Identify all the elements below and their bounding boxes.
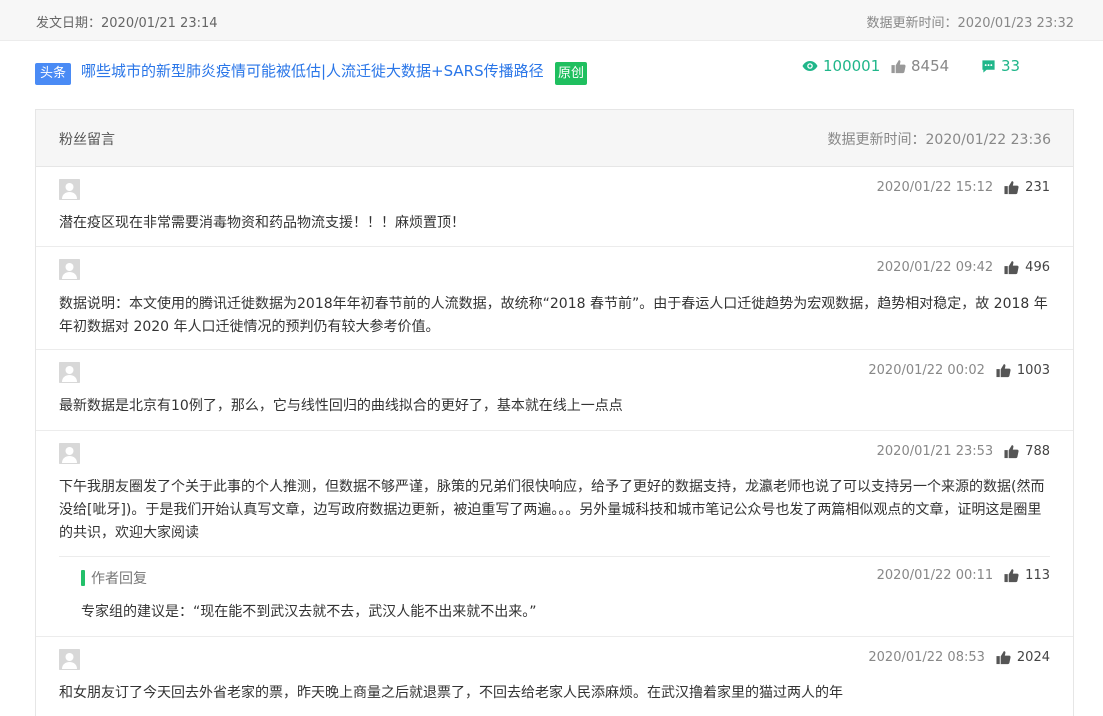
author-reply-label: 作者回复 [81,568,147,588]
comment-meta: 2020/01/22 09:42 496 [877,260,1050,275]
comment-time: 2020/01/21 23:53 [876,444,994,459]
avatar [59,179,80,200]
original-tag: 原创 [555,62,588,85]
headline-tag: 头条 [35,63,71,85]
avatar [59,649,80,670]
eye-icon [802,61,818,71]
thumbs-up-icon[interactable] [996,363,1011,378]
avatar [59,362,80,383]
reply-divider [59,556,1050,557]
thumbs-up-icon[interactable] [1004,180,1019,195]
comment-text: 和女朋友订了今天回去外省老家的票，昨天晚上商量之后就退票了，不回去给老家人民添麻… [59,685,843,701]
reply-meta: 2020/01/22 00:11 113 [877,568,1050,583]
likes-count: 8454 [911,57,950,75]
comments-count: 33 [1001,57,1021,75]
comment-time: 2020/01/22 08:53 [868,650,985,665]
panel-title: 粉丝留言 [59,132,115,148]
reply-text: 专家组的建议是：“现在能不到武汉去就不去，武汉人能不出来就不出来。” [81,604,537,620]
reply-time: 2020/01/22 00:11 [876,568,994,583]
comment-text: 最新数据是北京有10例了，那么，它与线性回归的曲线拟合的更好了，基本就在线上一点… [59,398,623,414]
comment-item: 2020/01/21 23:53 788 下午我朋友圈发了个关于此事的个人推测，… [36,431,1073,637]
author-reply-title: 作者回复 [91,571,147,587]
likes-stat: 8454 [891,57,949,75]
comment-likes: 231 [1025,180,1050,195]
thumbs-up-icon[interactable] [1004,568,1019,583]
top-info-bar: 发文日期：2020/01/21 23:14 数据更新时间：2020/01/23 … [0,0,1103,41]
comments-stat: 33 [981,57,1020,75]
comment-text: 潜在疫区现在非常需要消毒物资和药品物流支援！！！麻烦置顶！ [59,215,465,231]
comment-meta: 2020/01/21 23:53 788 [877,444,1050,459]
comment-time: 2020/01/22 09:42 [876,260,994,275]
comment-likes: 1003 [1016,363,1050,378]
comment-item: 2020/01/22 09:42 496 数据说明：本文使用的腾讯迁徙数据为20… [36,247,1073,350]
publish-date: 发文日期：2020/01/21 23:14 [36,16,218,31]
thumbs-up-icon[interactable] [1004,444,1019,459]
comment-text: 下午我朋友圈发了个关于此事的个人推测，但数据不够严谨，脉策的兄弟们很快响应，给予… [59,479,1045,541]
avatar [59,443,80,464]
article-header: 头条 哪些城市的新型肺炎疫情可能被低估|人流迁徙大数据+SARS传播路径 原创 … [0,41,1103,109]
panel-header: 粉丝留言 数据更新时间：2020/01/22 23:36 [36,110,1073,167]
user-avatar-icon [59,362,80,383]
comment-meta: 2020/01/22 08:53 2024 [868,650,1050,665]
comment-item: 2020/01/22 00:02 1003 最新数据是北京有10例了，那么，它与… [36,350,1073,431]
comment-item: 2020/01/22 15:12 231 潜在疫区现在非常需要消毒物资和药品物流… [36,167,1073,247]
user-avatar-icon [59,179,80,200]
user-avatar-icon [59,259,80,280]
comment-text: 数据说明：本文使用的腾讯迁徙数据为2018年年初春节前的人流数据，故统称“201… [59,296,1048,335]
comment-time: 2020/01/22 00:02 [868,363,985,378]
thumbs-up-icon[interactable] [996,650,1011,665]
comment-item: 2020/01/22 08:53 2024 和女朋友订了今天回去外省老家的票，昨… [36,637,1073,716]
reply-accent-bar [81,570,85,586]
panel-update-time: 数据更新时间：2020/01/22 23:36 [827,132,1052,148]
avatar [59,259,80,280]
comment-meta: 2020/01/22 00:02 1003 [868,363,1050,378]
comment-meta: 2020/01/22 15:12 231 [877,180,1050,195]
user-avatar-icon [59,649,80,670]
thumbs-up-icon[interactable] [1004,260,1019,275]
user-avatar-icon [59,443,80,464]
data-update-time: 数据更新时间：2020/01/23 23:32 [866,16,1074,31]
comment-likes: 496 [1025,260,1050,275]
comment-time: 2020/01/22 15:12 [876,180,994,195]
views-count: 100001 [823,57,881,75]
fan-comments-panel: 粉丝留言 数据更新时间：2020/01/22 23:36 2020/01/22 … [35,109,1074,716]
thumbs-up-icon [891,59,906,73]
comment-likes: 788 [1025,444,1050,459]
comment-icon [982,59,995,73]
comment-likes: 2024 [1016,650,1050,665]
views-stat: 100001 [802,57,880,75]
article-title-link[interactable]: 哪些城市的新型肺炎疫情可能被低估|人流迁徙大数据+SARS传播路径 [81,60,544,81]
reply-likes: 113 [1025,568,1050,583]
